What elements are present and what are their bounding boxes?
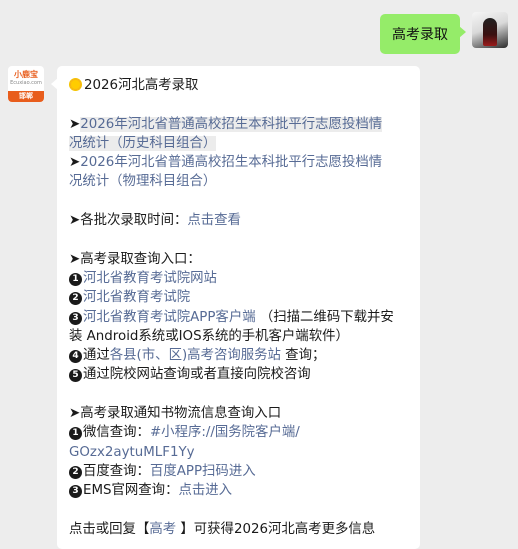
incoming-bubble: 2026河北高考录取 ➤2026年河北省普通高校招生本科批平行志愿投档情 况统计… [51, 66, 420, 549]
notice3-label: EMS官网查询： [83, 483, 179, 499]
user-avatar[interactable] [472, 12, 508, 48]
message-title-line: 2026河北高考录取 [69, 76, 420, 95]
bot-avatar-brand: 小鹿宝 [14, 70, 38, 79]
doc1-line: ➤2026年河北省普通高校招生本科批平行志愿投档情 [69, 116, 383, 132]
sun-icon [69, 78, 82, 91]
entry3-link[interactable]: 河北省教育考试院APP客户端 [83, 310, 256, 325]
notice2-line: 2 百度查询：百度APP扫码进入 [69, 462, 420, 481]
entry2-link[interactable]: 河北省教育考试院 [83, 290, 190, 305]
doc2-link-cont[interactable]: 况统计（物理科目组合） [69, 174, 216, 189]
batch-label: 各批次录取时间： [80, 213, 188, 229]
notice1-line: 1 微信查询：#小程序://国务院客户端/ [69, 423, 420, 442]
doc2-link[interactable]: 2026年河北省普通高校招生本科批平行志愿投档情 [80, 155, 382, 170]
number-1-icon: 1 [69, 272, 82, 286]
entry4-line: 4 通过各县(市、区)高考咨询服务站 查询； [69, 346, 420, 365]
doc1-link-cont[interactable]: 况统计（历史科目组合） [69, 135, 217, 151]
footer-line: 点击或回复【高考 】可获得2026河北高考更多信息 [69, 520, 420, 539]
number-3-icon: 3 [69, 485, 82, 499]
entry3-text-cont: 装 Android系统或IOS系统的手机客户端软件） [69, 328, 349, 344]
footer-post: 】可获得2026河北高考更多信息 [176, 521, 376, 537]
notice-title: 高考录取通知书物流信息查询入口 [80, 406, 282, 422]
number-3-icon: 3 [69, 311, 82, 325]
baidu-link[interactable]: 百度APP扫码进入 [150, 464, 256, 479]
miniprogram-link[interactable]: #小程序://国务院客户端/ [150, 425, 300, 440]
number-2-icon: 2 [69, 292, 82, 306]
notice3-line: 3 EMS官网查询：点击进入 [69, 481, 420, 500]
entry4-post: 查询； [280, 348, 326, 364]
ems-link[interactable]: 点击进入 [178, 483, 232, 498]
miniprogram-link-cont[interactable]: GOzx2aytuMLF1Yy [69, 445, 195, 460]
number-1-icon: 1 [69, 427, 82, 441]
number-4-icon: 4 [69, 350, 82, 364]
batch-line: ➤各批次录取时间：点击查看 [69, 213, 241, 229]
bot-avatar[interactable]: 小鹿宝 Ecuxiao.com 邯郸 [8, 66, 44, 102]
entry1-line: 1 河北省教育考试院网站 [69, 269, 420, 288]
footer-pre: 点击或回复【 [69, 521, 150, 537]
bot-avatar-site: Ecuxiao.com [10, 80, 42, 86]
entry2-line: 2 河北省教育考试院 [69, 288, 420, 307]
gaokao-keyword-link[interactable]: 高考 [149, 522, 176, 537]
batch-link[interactable]: 点击查看 [187, 213, 241, 228]
entry-title-line: ➤高考录取查询入口： [69, 251, 201, 267]
notice1-label: 微信查询： [83, 425, 150, 441]
entry5-text: 通过院校网站查询或者直接向院校咨询 [83, 367, 311, 383]
entry3-line: 3 河北省教育考试院APP客户端 （扫描二维码下载并安 [69, 308, 420, 327]
number-2-icon: 2 [69, 465, 82, 479]
outgoing-bubble[interactable]: 高考录取 [380, 14, 466, 54]
notice-title-line: ➤高考录取通知书物流信息查询入口 [69, 406, 282, 422]
outgoing-message-row: 高考录取 [380, 12, 508, 54]
bot-avatar-city: 邯郸 [8, 91, 44, 102]
entry4-pre: 通过 [83, 348, 110, 364]
entry5-line: 5 通过院校网站查询或者直接向院校咨询 [69, 365, 420, 384]
doc2-line: ➤2026年河北省普通高校招生本科批平行志愿投档情 [69, 155, 383, 171]
number-5-icon: 5 [69, 369, 82, 383]
entry4-link[interactable]: 各县(市、区)高考咨询服务站 [110, 348, 281, 363]
entry3-text: （扫描二维码下载并安 [255, 309, 394, 325]
notice2-label: 百度查询： [83, 463, 150, 479]
entry1-link[interactable]: 河北省教育考试院网站 [83, 271, 217, 286]
outgoing-text: 高考录取 [392, 27, 448, 43]
message-title: 2026河北高考录取 [84, 78, 199, 93]
entry-title: 高考录取查询入口： [80, 251, 201, 267]
doc1-link[interactable]: 2026年河北省普通高校招生本科批平行志愿投档情 [80, 116, 383, 132]
